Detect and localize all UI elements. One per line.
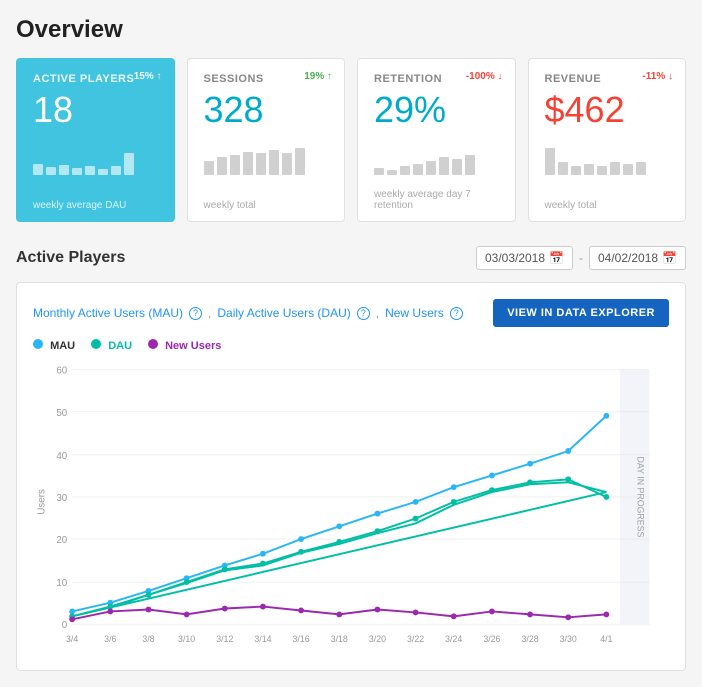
date-separator: - — [579, 251, 583, 265]
retention-chart — [374, 139, 499, 175]
svg-text:3/10: 3/10 — [178, 634, 195, 644]
sessions-chart — [204, 139, 329, 175]
date-range: 03/03/2018 📅 - 04/02/2018 📅 — [476, 246, 686, 270]
active-players-card: ACTIVE PLAYERS 15% ↑ 18 weekly average D… — [16, 58, 175, 222]
svg-text:3/24: 3/24 — [445, 634, 462, 644]
chart-container: DAY IN PROGRESS 60 50 40 30 20 10 0 User… — [33, 360, 669, 654]
calendar-icon-2: 📅 — [662, 251, 677, 265]
active-players-section-header: Active Players 03/03/2018 📅 - 04/02/2018… — [16, 246, 686, 270]
retention-badge: -100% ↓ — [466, 71, 503, 82]
revenue-badge: -11% ↓ — [642, 71, 673, 82]
retention-value: 29% — [374, 89, 499, 131]
svg-text:3/8: 3/8 — [142, 634, 154, 644]
chart-legend-row: Monthly Active Users (MAU) ? , Daily Act… — [33, 299, 669, 327]
sessions-card: SESSIONS 19% ↑ 328 weekly total — [187, 58, 346, 222]
mau-info-icon[interactable]: ? — [189, 307, 202, 320]
svg-text:4/1: 4/1 — [600, 634, 612, 644]
svg-text:3/22: 3/22 — [407, 634, 424, 644]
revenue-chart — [545, 139, 670, 175]
svg-text:20: 20 — [56, 535, 67, 546]
retention-sub: weekly average day 7 retention — [374, 181, 499, 211]
svg-text:Users: Users — [37, 489, 48, 515]
sessions-badge: 19% ↑ — [304, 71, 332, 82]
svg-text:10: 10 — [56, 578, 67, 589]
new-legend-link[interactable]: New Users — [385, 306, 444, 320]
svg-text:60: 60 — [56, 366, 67, 377]
svg-text:3/6: 3/6 — [104, 634, 116, 644]
page-title: Overview — [16, 16, 686, 44]
active-players-value: 18 — [33, 89, 158, 131]
stats-row: ACTIVE PLAYERS 15% ↑ 18 weekly average D… — [16, 58, 686, 222]
dau-info-icon[interactable]: ? — [357, 307, 370, 320]
revenue-value: $462 — [545, 89, 670, 131]
mau-legend-link[interactable]: Monthly Active Users (MAU) — [33, 306, 183, 320]
date-from[interactable]: 03/03/2018 📅 — [476, 246, 573, 270]
view-in-explorer-button[interactable]: VIEW IN DATA EXPLORER — [493, 299, 669, 327]
active-players-badge: 15% ↑ — [134, 71, 162, 82]
dau-legend-link[interactable]: Daily Active Users (DAU) — [217, 306, 350, 320]
svg-text:3/20: 3/20 — [369, 634, 386, 644]
date-to[interactable]: 04/02/2018 📅 — [589, 246, 686, 270]
sessions-value: 328 — [204, 89, 329, 131]
revenue-card: REVENUE -11% ↓ $462 weekly total — [528, 58, 687, 222]
calendar-icon: 📅 — [549, 251, 564, 265]
active-players-sub: weekly average DAU — [33, 192, 158, 211]
svg-text:3/14: 3/14 — [254, 634, 271, 644]
main-chart-svg: DAY IN PROGRESS 60 50 40 30 20 10 0 User… — [33, 360, 669, 654]
chart-panel: Monthly Active Users (MAU) ? , Daily Act… — [16, 282, 686, 671]
new-info-icon[interactable]: ? — [450, 307, 463, 320]
svg-text:3/30: 3/30 — [560, 634, 577, 644]
svg-text:0: 0 — [62, 620, 68, 631]
svg-text:3/12: 3/12 — [216, 634, 233, 644]
revenue-sub: weekly total — [545, 192, 670, 211]
sessions-sub: weekly total — [204, 192, 329, 211]
new-legend-item: New Users — [148, 339, 221, 352]
svg-text:50: 50 — [56, 408, 67, 419]
legend-items: MAU DAU New Users — [33, 339, 669, 352]
svg-text:3/28: 3/28 — [521, 634, 538, 644]
svg-text:3/26: 3/26 — [483, 634, 500, 644]
active-players-chart — [33, 139, 158, 175]
svg-text:40: 40 — [56, 451, 67, 462]
mau-legend-item: MAU — [33, 339, 75, 352]
svg-text:3/16: 3/16 — [293, 634, 310, 644]
svg-text:30: 30 — [56, 493, 67, 504]
active-players-section-title: Active Players — [16, 249, 125, 267]
svg-text:3/4: 3/4 — [66, 634, 78, 644]
dau-legend-item: DAU — [91, 339, 132, 352]
retention-card: RETENTION -100% ↓ 29% weekly average day… — [357, 58, 516, 222]
chart-legend-left: Monthly Active Users (MAU) ? , Daily Act… — [33, 306, 463, 320]
svg-text:3/18: 3/18 — [331, 634, 348, 644]
